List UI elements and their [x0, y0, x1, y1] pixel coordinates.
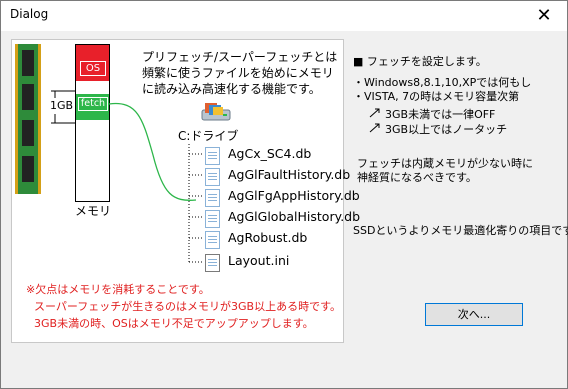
info-paragraph-3: SSDというよりメモリ最適化寄りの項目です。 — [353, 224, 568, 237]
warning-line-1: ※欠点はメモリを消耗することです。 — [26, 283, 210, 296]
arrow-icon — [369, 108, 380, 118]
size-label: 1GB — [50, 99, 74, 112]
window-title: Dialog — [10, 7, 49, 21]
database-file-icon — [205, 210, 220, 228]
warning-line-3: 3GB未満の時、OSはメモリ不足でアップアップします。 — [34, 317, 314, 330]
database-file-icon — [205, 168, 220, 186]
title-bar: Dialog ✕ — [1, 1, 567, 31]
arrow-icon — [369, 123, 380, 133]
close-button[interactable]: ✕ — [521, 1, 567, 31]
info-paragraph-2: 神経質になるべきです。 — [357, 171, 477, 184]
prefetch-diagram-panel: OS fetch 1GB メモリ プリフェッチ/スーパーフェッチとは頻繁に使うフ… — [11, 39, 360, 343]
settings-file-icon — [205, 254, 220, 272]
drive-label: C:ドライブ — [178, 129, 239, 143]
next-button[interactable]: 次へ... — [425, 303, 523, 326]
database-file-icon — [205, 147, 220, 165]
info-option-2: 3GB以上ではノータッチ — [385, 123, 508, 136]
memory-chip-icon — [15, 44, 41, 194]
close-icon: ✕ — [536, 5, 552, 26]
info-option-1: 3GB未満では一律OFF — [385, 108, 496, 121]
memory-label: メモリ — [75, 204, 112, 218]
drive-icon — [201, 103, 231, 121]
os-label: OS — [80, 61, 106, 76]
database-file-icon — [205, 231, 220, 249]
database-file-icon — [205, 189, 220, 207]
prefetch-description: プリフェッチ/スーパーフェッチとは頻繁に使うファイルを始めにメモリに読み込み高速… — [142, 50, 338, 96]
fetch-label: fetch — [78, 97, 108, 111]
info-heading: ■ フェッチを設定します。 — [353, 55, 487, 68]
warning-line-2: スーパーフェッチが生きるのはメモリが3GB以上ある時です。 — [34, 300, 341, 313]
dialog-window: Dialog ✕ OS fetch 1GB メモリ プリフェッチ/スーパーフェッ… — [0, 0, 568, 389]
info-line-2: ・VISTA, 7の時はメモリ容量次第 — [353, 90, 520, 103]
os-segment: OS — [76, 45, 109, 81]
fetch-segment: fetch — [76, 94, 109, 120]
